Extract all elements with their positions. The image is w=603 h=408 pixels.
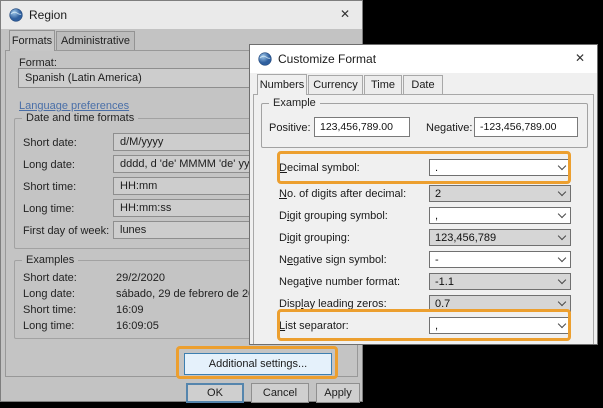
display-leading-zeros-value: 0.7 bbox=[435, 298, 450, 310]
customize-close-icon[interactable]: ✕ bbox=[563, 45, 597, 71]
apply-button[interactable]: Apply bbox=[316, 383, 360, 403]
region-title: Region bbox=[29, 8, 67, 22]
ex-short-date-label: Short date: bbox=[23, 272, 77, 284]
positive-example-field[interactable]: 123,456,789.00 bbox=[314, 117, 410, 137]
chevron-down-icon bbox=[558, 254, 566, 262]
chevron-down-icon bbox=[558, 188, 566, 196]
negative-sign-symbol-value: - bbox=[435, 254, 439, 266]
negative-number-format-label: Negative number format: bbox=[279, 276, 400, 288]
datetime-formats-group-title: Date and time formats bbox=[22, 112, 138, 124]
digit-grouping-symbol-label: Digit grouping symbol: bbox=[279, 210, 388, 222]
first-day-value: lunes bbox=[120, 224, 146, 236]
tab-date[interactable]: Date bbox=[403, 75, 443, 94]
ex-long-date-value: sábado, 29 de febrero de 2020 bbox=[116, 288, 266, 300]
digit-grouping-symbol-value: , bbox=[435, 210, 438, 222]
cancel-button[interactable]: Cancel bbox=[251, 383, 309, 403]
chevron-down-icon bbox=[558, 162, 566, 170]
language-preferences-link[interactable]: Language preferences bbox=[19, 100, 129, 112]
list-separator-label: List separator: bbox=[279, 320, 349, 332]
short-date-label: Short date: bbox=[23, 137, 77, 149]
customize-titlebar: Customize Format ✕ bbox=[250, 45, 597, 73]
tab-numbers[interactable]: Numbers bbox=[257, 74, 307, 95]
decimal-symbol-label: Decimal symbol: bbox=[279, 162, 360, 174]
chevron-down-icon bbox=[558, 298, 566, 306]
negative-number-format-value: -1.1 bbox=[435, 276, 454, 288]
long-date-label: Long date: bbox=[23, 159, 75, 171]
digits-after-decimal-value: 2 bbox=[435, 188, 441, 200]
negative-label: Negative: bbox=[426, 122, 472, 134]
digit-grouping-value: 123,456,789 bbox=[435, 232, 496, 244]
customize-window-icon bbox=[258, 52, 272, 66]
list-separator-value: , bbox=[435, 320, 438, 332]
positive-label: Positive: bbox=[269, 122, 311, 134]
decimal-symbol-value: . bbox=[435, 162, 438, 174]
decimal-symbol-combobox[interactable]: . bbox=[429, 159, 571, 176]
ex-long-time-label: Long time: bbox=[23, 320, 74, 332]
additional-settings-button[interactable]: Additional settings... bbox=[184, 353, 332, 375]
chevron-down-icon bbox=[558, 232, 566, 240]
tab-formats[interactable]: Formats bbox=[9, 30, 55, 51]
long-date-value: dddd, d 'de' MMMM 'de' yyyy bbox=[120, 158, 260, 170]
negative-sign-symbol-combobox[interactable]: - bbox=[429, 251, 571, 268]
display-leading-zeros-label: Display leading zeros: bbox=[279, 298, 387, 310]
digits-after-decimal-label: No. of digits after decimal: bbox=[279, 188, 406, 200]
customize-format-dialog: Customize Format ✕ Numbers Currency Time… bbox=[249, 44, 598, 345]
first-day-label: First day of week: bbox=[23, 225, 109, 237]
tab-administrative[interactable]: Administrative bbox=[56, 31, 135, 50]
tab-time[interactable]: Time bbox=[364, 75, 402, 94]
short-time-label: Short time: bbox=[23, 181, 76, 193]
negative-example-value: -123,456,789.00 bbox=[480, 121, 556, 133]
ex-long-time-value: 16:09:05 bbox=[116, 320, 159, 332]
format-combobox-value: Spanish (Latin America) bbox=[25, 72, 142, 84]
positive-example-value: 123,456,789.00 bbox=[320, 121, 393, 133]
customize-title: Customize Format bbox=[278, 52, 376, 66]
tab-currency[interactable]: Currency bbox=[308, 75, 363, 94]
screenshot-stage: Region ✕ Formats Administrative Format: … bbox=[0, 0, 603, 408]
short-time-value: HH:mm bbox=[120, 180, 157, 192]
region-titlebar: Region ✕ bbox=[1, 1, 362, 29]
ok-button[interactable]: OK bbox=[186, 383, 244, 403]
ex-short-time-value: 16:09 bbox=[116, 304, 144, 316]
chevron-down-icon bbox=[558, 210, 566, 218]
chevron-down-icon bbox=[558, 276, 566, 284]
list-separator-combobox[interactable]: , bbox=[429, 317, 571, 334]
ex-long-date-label: Long date: bbox=[23, 288, 75, 300]
long-time-value: HH:mm:ss bbox=[120, 202, 171, 214]
ex-short-time-label: Short time: bbox=[23, 304, 76, 316]
negative-sign-symbol-label: Negative sign symbol: bbox=[279, 254, 387, 266]
negative-example-field[interactable]: -123,456,789.00 bbox=[474, 117, 578, 137]
region-window-icon bbox=[9, 8, 23, 22]
short-date-value: d/M/yyyy bbox=[120, 136, 163, 148]
examples-group-title: Examples bbox=[22, 254, 78, 266]
chevron-down-icon bbox=[558, 320, 566, 328]
digit-grouping-combobox[interactable]: 123,456,789 bbox=[429, 229, 571, 246]
digits-after-decimal-combobox[interactable]: 2 bbox=[429, 185, 571, 202]
ex-short-date-value: 29/2/2020 bbox=[116, 272, 165, 284]
display-leading-zeros-combobox[interactable]: 0.7 bbox=[429, 295, 571, 312]
example-group-title: Example bbox=[269, 97, 320, 109]
digit-grouping-label: Digit grouping: bbox=[279, 232, 350, 244]
region-close-icon[interactable]: ✕ bbox=[328, 1, 362, 27]
negative-number-format-combobox[interactable]: -1.1 bbox=[429, 273, 571, 290]
long-time-label: Long time: bbox=[23, 203, 74, 215]
digit-grouping-symbol-combobox[interactable]: , bbox=[429, 207, 571, 224]
